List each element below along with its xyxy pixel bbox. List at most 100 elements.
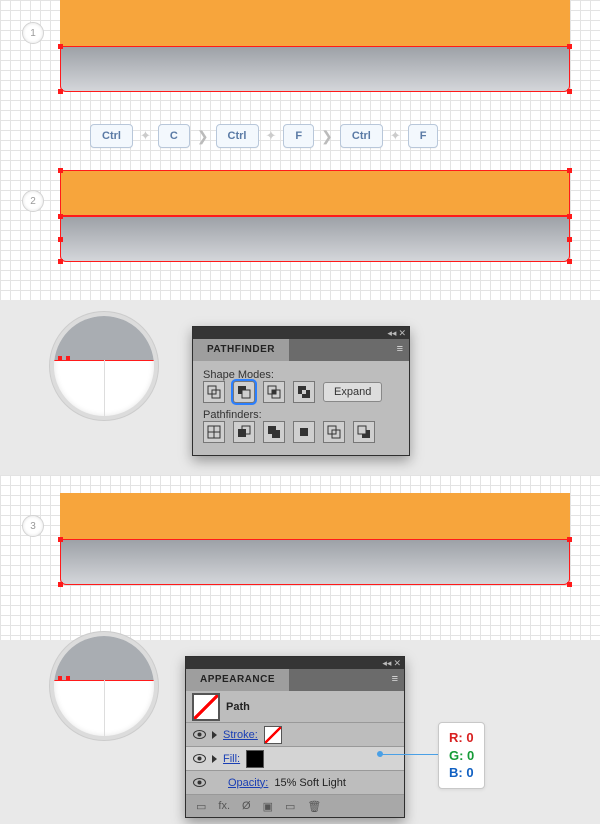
appearance-row-opacity[interactable]: Opacity: 15% Soft Light: [186, 771, 404, 795]
panel-tabbar: PATHFINDER ≡: [193, 339, 409, 361]
selection-handle[interactable]: [567, 537, 572, 542]
ribbon-top: [60, 493, 570, 539]
key-f: F: [408, 124, 439, 148]
selection-handle[interactable]: [567, 237, 572, 242]
appearance-row-path[interactable]: Path: [186, 691, 404, 723]
object-thumb: [192, 693, 220, 721]
panel-footer: ▭ fx. Ø ▣ ▭ 🗑: [186, 795, 404, 817]
selection-handle[interactable]: [567, 259, 572, 264]
panel-header[interactable]: ◂◂ ✕: [193, 327, 409, 339]
stroke-swatch[interactable]: [264, 726, 282, 744]
appearance-row-stroke[interactable]: Stroke:: [186, 723, 404, 747]
tab-pathfinder[interactable]: PATHFINDER: [193, 339, 289, 361]
visibility-toggle-icon[interactable]: [192, 728, 206, 742]
disclosure-triangle-icon[interactable]: [212, 731, 217, 739]
path-label: Path: [226, 701, 250, 713]
opacity-value: 15% Soft Light: [274, 777, 346, 789]
plus-icon: ✦: [140, 128, 151, 144]
pathfinders-label: Pathfinders:: [203, 409, 399, 421]
pathfinder-divide-icon[interactable]: [203, 421, 225, 443]
trash-icon[interactable]: 🗑: [307, 800, 321, 813]
opacity-link[interactable]: Opacity:: [228, 777, 268, 789]
stroke-link[interactable]: Stroke:: [223, 729, 258, 741]
shape-modes-label: Shape Modes:: [203, 369, 399, 381]
ribbon-bottom-selected[interactable]: [60, 216, 570, 262]
magnifier-preview: [50, 312, 158, 420]
rgb-r: R: 0: [449, 729, 474, 747]
ribbon-bottom-selected[interactable]: [60, 46, 570, 92]
selection-handle[interactable]: [58, 537, 63, 542]
shape-mode-intersect-icon[interactable]: [263, 381, 285, 403]
rgb-b: B: 0: [449, 764, 474, 782]
selection-handle[interactable]: [567, 89, 572, 94]
callout-line: [380, 754, 440, 755]
step-badge-2: 2: [22, 190, 44, 212]
key-ctrl: Ctrl: [216, 124, 259, 148]
shape-mode-minus-front-icon[interactable]: [233, 381, 255, 403]
step-number: 2: [30, 196, 36, 207]
pathfinder-merge-icon[interactable]: [263, 421, 285, 443]
visibility-toggle-icon[interactable]: [192, 752, 206, 766]
selection-handle[interactable]: [58, 582, 63, 587]
duplicate-icon[interactable]: ▣: [263, 800, 273, 813]
panel-header[interactable]: ◂◂ ✕: [186, 657, 404, 669]
appearance-panel[interactable]: ◂◂ ✕ APPEARANCE ≡ Path Stroke: Fill:: [185, 656, 405, 818]
magnifier-preview: [50, 632, 158, 740]
selection-handle[interactable]: [58, 237, 63, 242]
tab-appearance[interactable]: APPEARANCE: [186, 669, 289, 691]
collapse-icon[interactable]: ◂◂: [382, 658, 391, 669]
pathfinder-panel[interactable]: ◂◂ ✕ PATHFINDER ≡ Shape Modes: Expand Pa…: [192, 326, 410, 456]
pathfinder-outline-icon[interactable]: [323, 421, 345, 443]
rgb-callout: R: 0 G: 0 B: 0: [438, 722, 485, 789]
selection-handle[interactable]: [58, 89, 63, 94]
ribbon-top: [60, 0, 570, 46]
selection-handle[interactable]: [58, 168, 63, 173]
close-icon[interactable]: ✕: [393, 658, 401, 669]
appearance-row-fill[interactable]: Fill:: [186, 747, 404, 771]
step-badge-1: 1: [22, 22, 44, 44]
panel-body: Path Stroke: Fill: Opacity: 15% Soft Lig…: [186, 691, 404, 817]
plus-icon: ✦: [390, 128, 401, 144]
selection-handle[interactable]: [567, 44, 572, 49]
shape-mode-unite-icon[interactable]: [203, 381, 225, 403]
chevron-right-icon: ❯: [197, 128, 209, 145]
pathfinder-crop-icon[interactable]: [293, 421, 315, 443]
ribbon-2: [60, 170, 570, 262]
selection-handle[interactable]: [567, 582, 572, 587]
expand-button[interactable]: Expand: [323, 382, 382, 402]
selection-outline: [60, 539, 570, 585]
keyboard-shortcut-row: Ctrl ✦ C ❯ Ctrl ✦ F ❯ Ctrl ✦ F: [90, 124, 438, 148]
new-fill-icon[interactable]: ▭: [285, 800, 295, 813]
ribbon-1: [60, 0, 570, 92]
pathfinder-minus-back-icon[interactable]: [353, 421, 375, 443]
fill-swatch[interactable]: [246, 750, 264, 768]
plus-icon: ✦: [266, 128, 277, 144]
visibility-toggle-icon[interactable]: [192, 776, 206, 790]
clear-appearance-icon[interactable]: Ø: [242, 800, 251, 812]
disclosure-triangle-icon[interactable]: [212, 755, 217, 763]
collapse-icon[interactable]: ◂◂: [387, 328, 396, 339]
selection-handle[interactable]: [567, 168, 572, 173]
fill-link[interactable]: Fill:: [223, 753, 240, 765]
flyout-menu-icon[interactable]: ≡: [391, 339, 409, 361]
step-number: 1: [30, 28, 36, 39]
selection-outline: [60, 216, 570, 262]
add-fx-icon[interactable]: fx.: [218, 800, 230, 812]
key-ctrl: Ctrl: [340, 124, 383, 148]
callout-dot: [377, 751, 383, 757]
selection-outline-top: [60, 170, 570, 216]
panel-tabbar: APPEARANCE ≡: [186, 669, 404, 691]
step-badge-3: 3: [22, 515, 44, 537]
shape-mode-exclude-icon[interactable]: [293, 381, 315, 403]
ribbon-3: [60, 493, 570, 585]
selection-handle[interactable]: [58, 44, 63, 49]
key-ctrl: Ctrl: [90, 124, 133, 148]
selection-handle[interactable]: [58, 259, 63, 264]
key-c: C: [158, 124, 190, 148]
flyout-menu-icon[interactable]: ≡: [386, 669, 404, 691]
pathfinder-trim-icon[interactable]: [233, 421, 255, 443]
new-art-icon[interactable]: ▭: [196, 800, 206, 813]
close-icon[interactable]: ✕: [398, 328, 406, 339]
ribbon-bottom-selected[interactable]: [60, 539, 570, 585]
rgb-g: G: 0: [449, 747, 474, 765]
